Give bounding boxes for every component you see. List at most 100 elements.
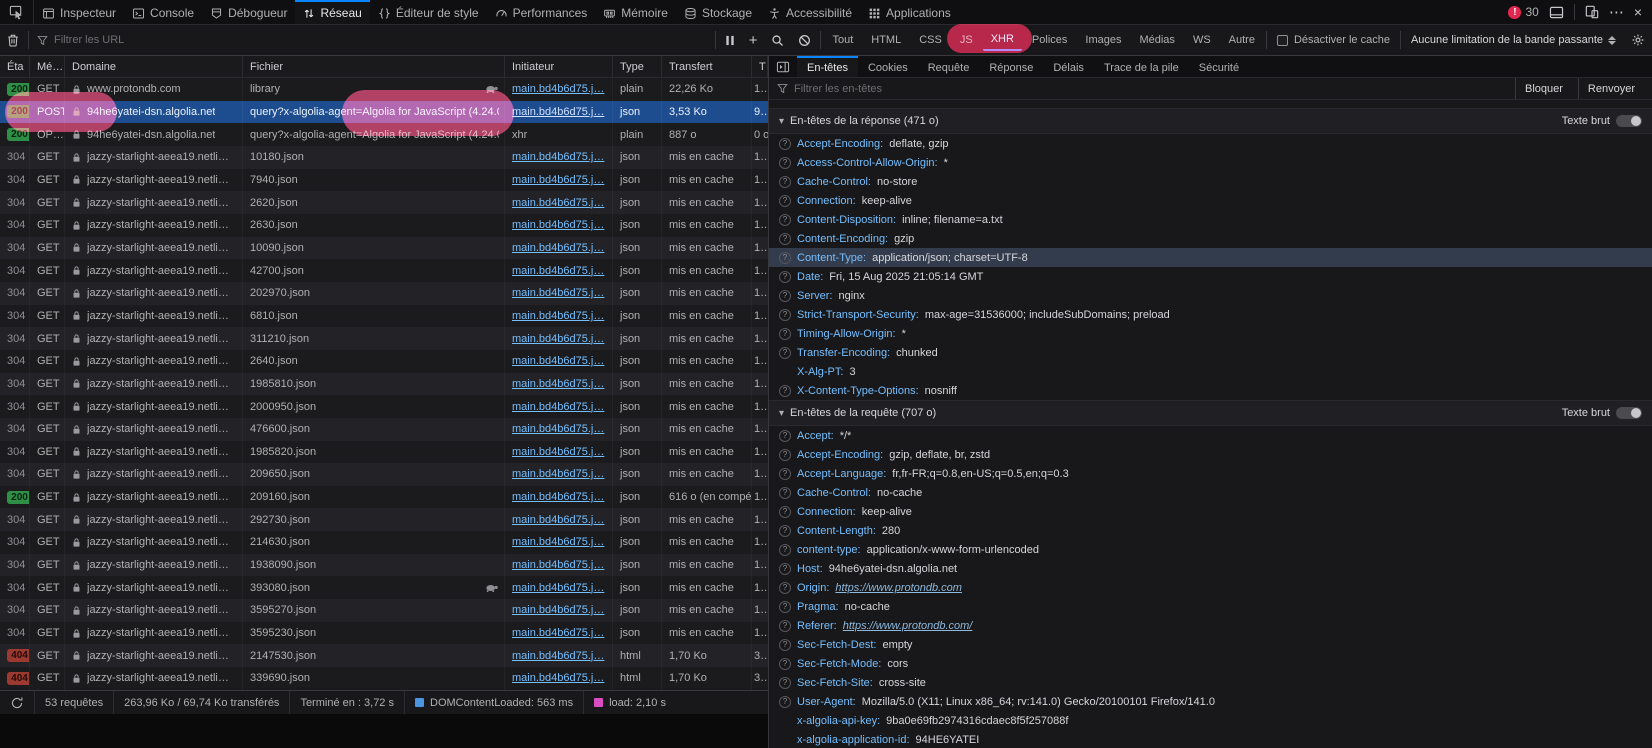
initiator-link[interactable]: main.bd4b6d75.j…	[512, 106, 604, 118]
initiator-link[interactable]: main.bd4b6d75.j…	[512, 219, 604, 231]
learn-more-icon[interactable]: ?	[779, 271, 791, 283]
filter-type-html[interactable]: HTML	[863, 31, 909, 50]
column-header-5[interactable]: Type	[613, 56, 662, 77]
header-row[interactable]: ?Cache-Control:no-store	[769, 172, 1652, 191]
initiator-link[interactable]: main.bd4b6d75.j…	[512, 333, 604, 345]
request-row[interactable]: 304GETjazzy-starlight-aeea19.netli…47660…	[0, 418, 768, 441]
tab-inspecteur[interactable]: Inspecteur	[34, 0, 124, 24]
initiator-link[interactable]: main.bd4b6d75.j…	[512, 604, 604, 616]
learn-more-icon[interactable]: ?	[779, 214, 791, 226]
learn-more-icon[interactable]: ?	[779, 252, 791, 264]
initiator-link[interactable]: main.bd4b6d75.j…	[512, 423, 604, 435]
request-row[interactable]: 200GETwww.protondb.comlibrarymain.bd4b6d…	[0, 78, 768, 101]
header-row[interactable]: ?X-Content-Type-Options:nosniff	[769, 381, 1652, 400]
initiator-link[interactable]: main.bd4b6d75.j…	[512, 83, 604, 95]
initiator-link[interactable]: main.bd4b6d75.j…	[512, 514, 604, 526]
request-row[interactable]: 304GETjazzy-starlight-aeea19.netli…29273…	[0, 508, 768, 531]
close-devtools-icon[interactable]: ×	[1634, 5, 1642, 19]
filter-type-js[interactable]: JS	[952, 31, 981, 50]
disable-cache-control[interactable]: Désactiver le cache	[1269, 34, 1398, 46]
column-header-1[interactable]: Mé…	[30, 56, 65, 77]
header-row[interactable]: ?content-type:application/x-www-form-url…	[769, 540, 1652, 559]
details-tab-en-t-tes[interactable]: En-têtes	[797, 56, 858, 77]
initiator-link[interactable]: main.bd4b6d75.j…	[512, 559, 604, 571]
tab-accessibilite[interactable]: Accessibilité	[760, 0, 860, 24]
learn-more-icon[interactable]: ?	[779, 696, 791, 708]
header-value-link[interactable]: https://www.protondb.com	[835, 582, 962, 594]
request-row[interactable]: 304GETjazzy-starlight-aeea19.netli…2630.…	[0, 214, 768, 237]
header-row[interactable]: ?Accept-Encoding:gzip, deflate, br, zstd	[769, 445, 1652, 464]
request-row[interactable]: 304GETjazzy-starlight-aeea19.netli…20009…	[0, 395, 768, 418]
raw-text-toggle[interactable]	[1616, 115, 1642, 127]
details-tab-trace-de-la-pile[interactable]: Trace de la pile	[1094, 56, 1189, 77]
initiator-link[interactable]: main.bd4b6d75.j…	[512, 491, 604, 503]
header-row[interactable]: ?Date:Fri, 15 Aug 2025 21:05:14 GMT	[769, 267, 1652, 286]
headers-section-title[interactable]: ▾En-têtes de la réponse (471 o)Texte bru…	[769, 108, 1652, 134]
request-row[interactable]: 200GETjazzy-starlight-aeea19.netli…20916…	[0, 486, 768, 509]
request-row[interactable]: 304GETjazzy-starlight-aeea19.netli…7940.…	[0, 169, 768, 192]
request-row[interactable]: 304GETjazzy-starlight-aeea19.netli…39308…	[0, 576, 768, 599]
request-row[interactable]: 304GETjazzy-starlight-aeea19.netli…10090…	[0, 237, 768, 260]
header-row[interactable]: ?Connection:keep-alive	[769, 191, 1652, 210]
resend-button[interactable]: Renvoyer	[1578, 78, 1644, 99]
learn-more-icon[interactable]: ?	[779, 468, 791, 480]
initiator-link[interactable]: main.bd4b6d75.j…	[512, 468, 604, 480]
tab-editeur-de-style[interactable]: Éditeur de style	[370, 0, 487, 24]
header-row[interactable]: ?Origin:https://www.protondb.com	[769, 578, 1652, 597]
header-row[interactable]: x-algolia-application-id:94HE6YATEI	[769, 730, 1652, 748]
header-row[interactable]: ?Pragma:no-cache	[769, 597, 1652, 616]
initiator-link[interactable]: main.bd4b6d75.j…	[512, 355, 604, 367]
initiator-link[interactable]: main.bd4b6d75.j…	[512, 650, 604, 662]
tab-debogueur[interactable]: Débogueur	[202, 0, 295, 24]
tab-stockage[interactable]: Stockage	[676, 0, 760, 24]
header-value-link[interactable]: https://www.protondb.com/	[843, 620, 973, 632]
responsive-mode-icon[interactable]	[1585, 5, 1599, 19]
request-row[interactable]: 304GETjazzy-starlight-aeea19.netli…6810.…	[0, 305, 768, 328]
request-row[interactable]: 404GETjazzy-starlight-aeea19.netli…33969…	[0, 667, 768, 690]
details-tab-requ-te[interactable]: Requête	[918, 56, 980, 77]
learn-more-icon[interactable]: ?	[779, 328, 791, 340]
header-row[interactable]: ?Cache-Control:no-cache	[769, 483, 1652, 502]
column-header-4[interactable]: Initiateur	[505, 56, 613, 77]
request-row[interactable]: 304GETjazzy-starlight-aeea19.netli…2620.…	[0, 191, 768, 214]
request-row[interactable]: 304GETjazzy-starlight-aeea19.netli…21463…	[0, 531, 768, 554]
learn-more-icon[interactable]: ?	[779, 290, 791, 302]
initiator-link[interactable]: main.bd4b6d75.j…	[512, 672, 604, 684]
learn-more-icon[interactable]: ?	[779, 620, 791, 632]
filter-type-ws[interactable]: WS	[1185, 31, 1219, 50]
initiator-link[interactable]: main.bd4b6d75.j…	[512, 627, 604, 639]
initiator-link[interactable]: main.bd4b6d75.j…	[512, 401, 604, 413]
header-row[interactable]: ?Server:nginx	[769, 286, 1652, 305]
request-row[interactable]: 304GETjazzy-starlight-aeea19.netli…19858…	[0, 441, 768, 464]
column-header-2[interactable]: Domaine	[65, 56, 243, 77]
split-console-icon[interactable]	[1549, 6, 1564, 19]
request-row[interactable]: 304GETjazzy-starlight-aeea19.netli…19858…	[0, 373, 768, 396]
request-row[interactable]: 304GETjazzy-starlight-aeea19.netli…42700…	[0, 259, 768, 282]
header-row[interactable]: ?Transfer-Encoding:chunked	[769, 343, 1652, 362]
header-row[interactable]: ?Accept-Language:fr,fr-FR;q=0.8,en-US;q=…	[769, 464, 1652, 483]
request-row[interactable]: 304GETjazzy-starlight-aeea19.netli…19380…	[0, 554, 768, 577]
header-row[interactable]: ?Timing-Allow-Origin:*	[769, 324, 1652, 343]
learn-more-icon[interactable]: ?	[779, 677, 791, 689]
learn-more-icon[interactable]: ?	[779, 601, 791, 613]
header-row[interactable]: ?Connection:keep-alive	[769, 502, 1652, 521]
search-icon[interactable]	[764, 25, 791, 55]
meatball-menu-icon[interactable]: ⋯	[1609, 5, 1624, 20]
request-row[interactable]: 304GETjazzy-starlight-aeea19.netli…35952…	[0, 622, 768, 645]
header-row[interactable]: ?Access-Control-Allow-Origin:*	[769, 153, 1652, 172]
details-tab-d-lais[interactable]: Délais	[1043, 56, 1094, 77]
header-row[interactable]: ?Content-Disposition:inline; filename=a.…	[769, 210, 1652, 229]
filter-type-polices[interactable]: Polices	[1024, 31, 1075, 50]
learn-more-icon[interactable]: ?	[779, 506, 791, 518]
disable-cache-checkbox[interactable]	[1277, 35, 1288, 46]
header-row[interactable]: ?User-Agent:Mozilla/5.0 (X11; Linux x86_…	[769, 692, 1652, 711]
initiator-link[interactable]: main.bd4b6d75.j…	[512, 242, 604, 254]
learn-more-icon[interactable]: ?	[779, 525, 791, 537]
request-row[interactable]: 304GETjazzy-starlight-aeea19.netli…20965…	[0, 463, 768, 486]
header-row[interactable]: X-Alg-PT:3	[769, 362, 1652, 381]
tab-console[interactable]: Console	[124, 0, 202, 24]
learn-more-icon[interactable]: ?	[779, 430, 791, 442]
headers-section-title[interactable]: ▾En-têtes de la requête (707 o)Texte bru…	[769, 400, 1652, 426]
learn-more-icon[interactable]: ?	[779, 138, 791, 150]
learn-more-icon[interactable]: ?	[779, 487, 791, 499]
